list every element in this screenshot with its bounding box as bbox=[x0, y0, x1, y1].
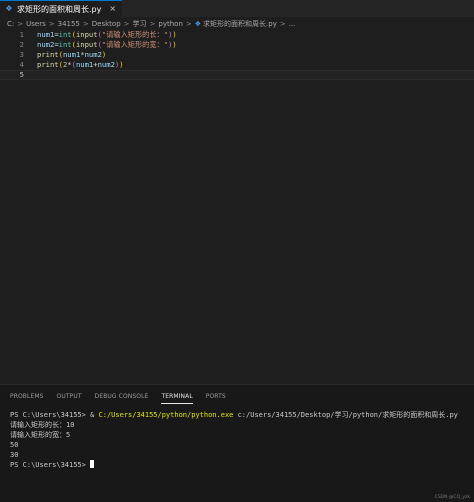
tab-terminal[interactable]: TERMINAL bbox=[161, 385, 194, 407]
code-line[interactable]: 3 print(num1 * num2) bbox=[0, 50, 474, 60]
terminal-line: 请输入矩形的宽：5 bbox=[10, 431, 71, 439]
tab-title: 求矩形的面积和周长.py bbox=[17, 4, 102, 14]
code-token: ) bbox=[172, 30, 177, 39]
breadcrumb-separator: > bbox=[17, 19, 24, 28]
tab-ports[interactable]: PORTS bbox=[206, 385, 226, 407]
panel-tab-bar: PROBLEMS OUTPUT DEBUG CONSOLE TERMINAL P… bbox=[0, 385, 474, 407]
breadcrumb-item-drive[interactable]: C: bbox=[7, 20, 14, 28]
terminal-line: 30 bbox=[10, 451, 19, 459]
breadcrumb-separator: > bbox=[48, 19, 55, 28]
breadcrumb-separator: > bbox=[149, 19, 156, 28]
code-token: input bbox=[75, 30, 98, 39]
terminal-prompt: PS C:\Users\34155> bbox=[10, 461, 91, 469]
breadcrumb-separator: > bbox=[82, 19, 89, 28]
terminal[interactable]: PS C:\Users\34155> & C:/Users/34155/pyth… bbox=[0, 407, 474, 470]
code-line[interactable]: 1 num1 = int(input("请输入矩形的长：")) bbox=[0, 30, 474, 40]
code-token: num2 bbox=[97, 60, 115, 69]
code-token: int bbox=[58, 30, 72, 39]
code-token: num1 bbox=[62, 50, 81, 59]
code-line[interactable]: 2 num2 = int(input("请输入矩形的宽：")) bbox=[0, 40, 474, 50]
tab-output[interactable]: OUTPUT bbox=[57, 385, 82, 407]
line-number: 1 bbox=[19, 30, 24, 39]
bottom-panel: PROBLEMS OUTPUT DEBUG CONSOLE TERMINAL P… bbox=[0, 384, 474, 502]
code-token: print bbox=[37, 60, 59, 69]
terminal-exe-path: C:/Users/34155/python/python.exe bbox=[98, 411, 234, 419]
code-token: input bbox=[75, 40, 98, 49]
breadcrumb-separator: > bbox=[279, 19, 286, 28]
terminal-line: 请输入矩形的长：10 bbox=[10, 421, 75, 429]
terminal-line: 50 bbox=[10, 441, 19, 449]
editor-tab-bar: ❖ 求矩形的面积和周长.py × bbox=[0, 0, 474, 17]
code-token: ) bbox=[172, 40, 177, 49]
line-number: 2 bbox=[19, 40, 24, 49]
breadcrumb-item-symbols[interactable]: ... bbox=[289, 20, 296, 28]
terminal-prompt: PS C:\Users\34155> & bbox=[10, 411, 99, 419]
code-token: print bbox=[37, 50, 59, 59]
terminal-line: PS C:\Users\34155> bbox=[10, 460, 474, 470]
breadcrumb-item-study[interactable]: 学习 bbox=[133, 19, 147, 29]
code-token: num1 bbox=[75, 60, 94, 69]
tab-debug-console[interactable]: DEBUG CONSOLE bbox=[95, 385, 149, 407]
code-line[interactable]: 4 print(2 *(num1 + num2)) bbox=[0, 60, 474, 70]
editor-tab[interactable]: ❖ 求矩形的面积和周长.py × bbox=[0, 0, 123, 17]
breadcrumb-item-python[interactable]: python bbox=[158, 20, 183, 28]
breadcrumb-separator: > bbox=[123, 19, 130, 28]
breadcrumb-item-users[interactable]: Users bbox=[26, 20, 46, 28]
code-token: ) bbox=[101, 50, 107, 59]
python-file-icon: ❖ bbox=[5, 4, 13, 13]
watermark: CSDN @CQ_yzk bbox=[434, 495, 470, 500]
vscode-window: ❖ 求矩形的面积和周长.py × C: > Users > 34155 > De… bbox=[0, 0, 474, 502]
terminal-cursor bbox=[90, 460, 95, 468]
code-editor[interactable]: 1 num1 = int(input("请输入矩形的长：")) 2 num2 = int… bbox=[0, 30, 474, 380]
code-token: ) bbox=[119, 60, 124, 69]
code-token: num2 bbox=[37, 40, 55, 49]
code-line-current[interactable]: 5 bbox=[0, 70, 474, 80]
code-token: int bbox=[58, 40, 72, 49]
code-token: num1 bbox=[37, 30, 55, 39]
code-token: "请输入矩形的宽：" bbox=[101, 40, 169, 49]
close-icon[interactable]: × bbox=[109, 5, 116, 13]
breadcrumb: C: > Users > 34155 > Desktop > 学习 > pyth… bbox=[0, 17, 474, 30]
python-file-icon: ❖ bbox=[194, 19, 202, 28]
tab-problems[interactable]: PROBLEMS bbox=[10, 385, 44, 407]
breadcrumb-item-file[interactable]: 求矩形的面积和周长.py bbox=[203, 19, 277, 29]
breadcrumb-item-desktop[interactable]: Desktop bbox=[92, 20, 121, 28]
breadcrumb-item-user[interactable]: 34155 bbox=[58, 20, 80, 28]
line-number: 5 bbox=[19, 70, 24, 79]
code-token: "请输入矩形的长：" bbox=[101, 30, 169, 39]
breadcrumb-separator: > bbox=[185, 19, 192, 28]
line-number: 4 bbox=[19, 60, 24, 69]
terminal-line: PS C:\Users\34155> & C:/Users/34155/pyth… bbox=[10, 410, 474, 420]
terminal-script-path: c:/Users/34155/Desktop/学习/python/求矩形的面积和… bbox=[233, 411, 458, 419]
line-number: 3 bbox=[19, 50, 24, 59]
code-token: num2 bbox=[84, 50, 102, 59]
